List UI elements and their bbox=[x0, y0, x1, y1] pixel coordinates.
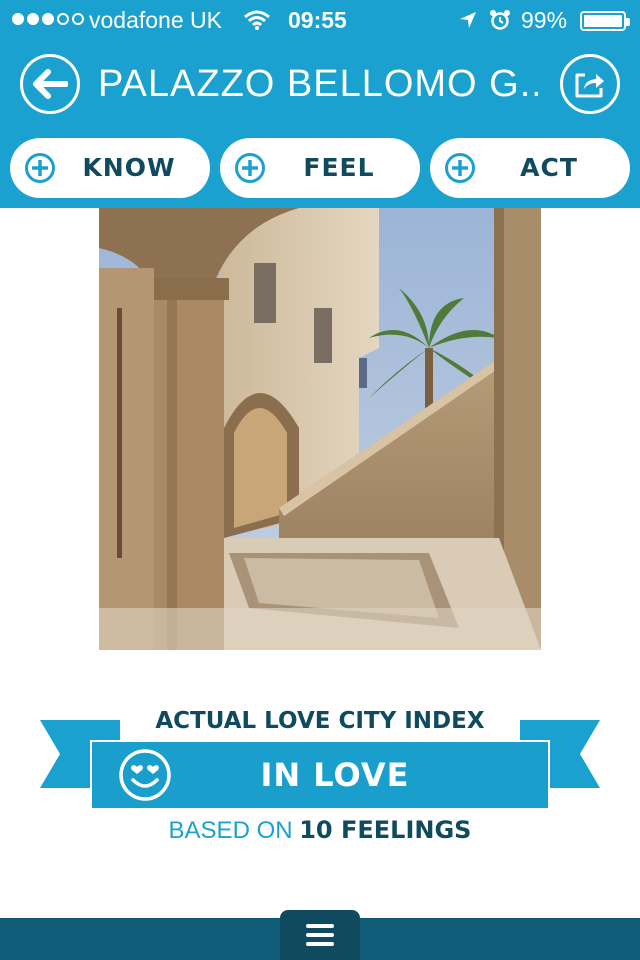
clock: 09:55 bbox=[288, 7, 347, 33]
share-button[interactable] bbox=[560, 54, 620, 114]
tab-feel[interactable]: FEEL bbox=[220, 138, 420, 198]
tab-act[interactable]: ACT bbox=[430, 138, 630, 198]
share-icon bbox=[575, 73, 604, 98]
heart-eyes-smiley-icon bbox=[119, 749, 171, 801]
back-button[interactable] bbox=[20, 54, 80, 114]
hamburger-menu-icon bbox=[306, 924, 334, 928]
alarm-clock-icon bbox=[489, 9, 511, 37]
tab-feel-label: FEEL bbox=[303, 153, 375, 182]
page-title: PALAZZO BELLOMO G... bbox=[98, 63, 538, 105]
plus-circle-icon bbox=[235, 153, 265, 183]
plus-circle-icon bbox=[445, 153, 475, 183]
place-photo bbox=[99, 208, 541, 650]
battery-percentage: 99% bbox=[521, 7, 568, 33]
battery-icon bbox=[580, 11, 630, 31]
location-arrow-icon bbox=[458, 9, 478, 36]
based-on-text: BASED ON 10 FEELINGS bbox=[100, 814, 540, 847]
wifi-icon bbox=[244, 9, 270, 36]
carrier-name: vodafone UK bbox=[89, 7, 222, 33]
tab-know[interactable]: KNOW bbox=[10, 138, 210, 198]
love-status: IN LOVE bbox=[260, 756, 410, 794]
plus-circle-icon bbox=[25, 153, 55, 183]
based-on-label: BASED ON bbox=[168, 817, 293, 844]
tab-act-label: ACT bbox=[520, 153, 578, 182]
status-bar: vodafone UK 09:55 99% bbox=[0, 0, 640, 40]
back-arrow-icon bbox=[33, 69, 68, 99]
tab-know-label: KNOW bbox=[82, 153, 176, 182]
feelings-count: 10 FEELINGS bbox=[299, 816, 472, 844]
signal-strength-icon bbox=[12, 13, 84, 27]
menu-button[interactable] bbox=[280, 910, 360, 960]
love-index-heading: ACTUAL LOVE CITY INDEX bbox=[120, 704, 520, 738]
